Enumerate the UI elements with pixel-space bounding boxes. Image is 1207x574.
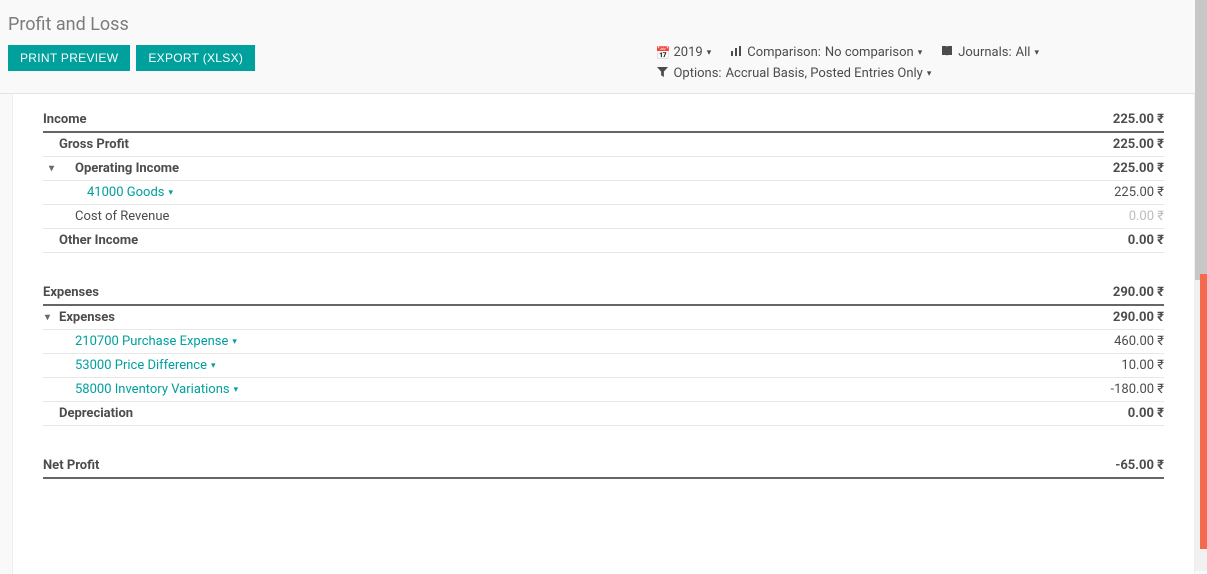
gross-profit-row: Gross Profit 225.00 ₹ — [43, 133, 1164, 157]
expenses-sub-row[interactable]: ▾ Expenses 290.00 ₹ — [43, 306, 1164, 330]
account-row: 210700 Purchase Expense ▾ 460.00 ₹ — [43, 330, 1164, 354]
net-profit-label: Net Profit — [43, 458, 1044, 473]
expenses-total: 290.00 ₹ — [1044, 285, 1164, 300]
caret-down-icon: ▾ — [45, 312, 57, 323]
account-value: 10.00 ₹ — [1044, 358, 1164, 373]
calendar-icon: 📅 — [655, 46, 669, 60]
journals-label: Journals: — [958, 45, 1011, 60]
report-body: Income 225.00 ₹ Gross Profit 225.00 ₹ ▾ … — [12, 94, 1195, 574]
depreciation-value: 0.00 ₹ — [1044, 406, 1164, 421]
operating-income-label: Operating Income — [75, 161, 179, 176]
chevron-down-icon: ▾ — [707, 48, 712, 58]
income-header: Income 225.00 ₹ — [43, 108, 1164, 133]
operating-income-row[interactable]: ▾ Operating Income 225.00 ₹ — [43, 157, 1164, 181]
options-value: Accrual Basis, Posted Entries Only — [726, 66, 923, 81]
caret-down-icon: ▾ — [49, 163, 61, 174]
cost-of-revenue-label: Cost of Revenue — [43, 209, 1044, 224]
chevron-down-icon: ▾ — [211, 361, 216, 371]
gross-profit-value: 225.00 ₹ — [1044, 137, 1164, 152]
account-link-41000-goods[interactable]: 41000 Goods ▾ — [87, 185, 173, 200]
accent-bar — [1200, 274, 1207, 549]
net-profit-section: Net Profit -65.00 ₹ — [43, 454, 1164, 479]
book-icon — [940, 45, 954, 60]
account-value: -180.00 ₹ — [1044, 382, 1164, 397]
period-value: 2019 — [673, 45, 702, 60]
scrollbar-thumb[interactable] — [1195, 0, 1207, 280]
income-section: Income 225.00 ₹ Gross Profit 225.00 ₹ ▾ … — [43, 108, 1164, 253]
account-value: 460.00 ₹ — [1044, 334, 1164, 349]
chevron-down-icon: ▾ — [927, 69, 932, 79]
account-row: 53000 Price Difference ▾ 10.00 ₹ — [43, 354, 1164, 378]
period-filter[interactable]: 📅 2019 ▾ — [655, 45, 711, 60]
expenses-sub-value: 290.00 ₹ — [1044, 310, 1164, 325]
account-row: 58000 Inventory Variations ▾ -180.00 ₹ — [43, 378, 1164, 402]
journals-value: All — [1016, 45, 1031, 60]
account-name: 58000 Inventory Variations — [75, 382, 230, 397]
bar-chart-icon — [729, 45, 743, 60]
print-preview-button[interactable]: PRINT PREVIEW — [8, 45, 130, 71]
income-title: Income — [43, 112, 1044, 127]
journals-filter[interactable]: Journals: All ▾ — [940, 45, 1039, 60]
expenses-sub-label: Expenses — [59, 310, 115, 325]
comparison-filter[interactable]: Comparison: No comparison ▾ — [729, 45, 922, 60]
net-profit-value: -65.00 ₹ — [1044, 458, 1164, 473]
page-title: Profit and Loss — [0, 0, 1207, 45]
account-link-58000-inventory-variations[interactable]: 58000 Inventory Variations ▾ — [75, 382, 238, 397]
operating-income-value: 225.00 ₹ — [1044, 161, 1164, 176]
other-income-label: Other Income — [43, 233, 1044, 248]
cost-of-revenue-row: Cost of Revenue 0.00 ₹ — [43, 205, 1164, 229]
comparison-label: Comparison: — [747, 45, 821, 60]
account-name: 53000 Price Difference — [75, 358, 207, 373]
chevron-down-icon: ▾ — [918, 48, 923, 58]
account-value: 225.00 ₹ — [1044, 185, 1164, 200]
other-income-row: Other Income 0.00 ₹ — [43, 229, 1164, 253]
export-xlsx-button[interactable]: EXPORT (XLSX) — [136, 45, 255, 71]
comparison-value: No comparison — [825, 45, 914, 60]
chevron-down-icon: ▾ — [1034, 48, 1039, 58]
funnel-icon — [655, 67, 669, 81]
gross-profit-label: Gross Profit — [43, 137, 1044, 152]
expenses-section: Expenses 290.00 ₹ ▾ Expenses 290.00 ₹ 21… — [43, 281, 1164, 426]
cost-of-revenue-value: 0.00 ₹ — [1044, 209, 1164, 224]
options-label: Options: — [673, 66, 721, 81]
options-filter[interactable]: Options: Accrual Basis, Posted Entries O… — [655, 66, 931, 81]
account-link-210700-purchase-expense[interactable]: 210700 Purchase Expense ▾ — [75, 334, 237, 349]
income-total: 225.00 ₹ — [1044, 112, 1164, 127]
chevron-down-icon: ▾ — [168, 188, 173, 198]
depreciation-label: Depreciation — [43, 406, 1044, 421]
account-name: 210700 Purchase Expense — [75, 334, 228, 349]
account-name: 41000 Goods — [87, 185, 164, 200]
account-row: 41000 Goods ▾ 225.00 ₹ — [43, 181, 1164, 205]
other-income-value: 0.00 ₹ — [1044, 233, 1164, 248]
expenses-header: Expenses 290.00 ₹ — [43, 281, 1164, 306]
net-profit-row: Net Profit -65.00 ₹ — [43, 454, 1164, 479]
toolbar: PRINT PREVIEW EXPORT (XLSX) 📅 2019 ▾ Com… — [0, 45, 1207, 94]
expenses-title: Expenses — [43, 285, 1044, 300]
depreciation-row: Depreciation 0.00 ₹ — [43, 402, 1164, 426]
chevron-down-icon: ▾ — [232, 337, 237, 347]
account-link-53000-price-difference[interactable]: 53000 Price Difference ▾ — [75, 358, 216, 373]
chevron-down-icon: ▾ — [234, 385, 239, 395]
